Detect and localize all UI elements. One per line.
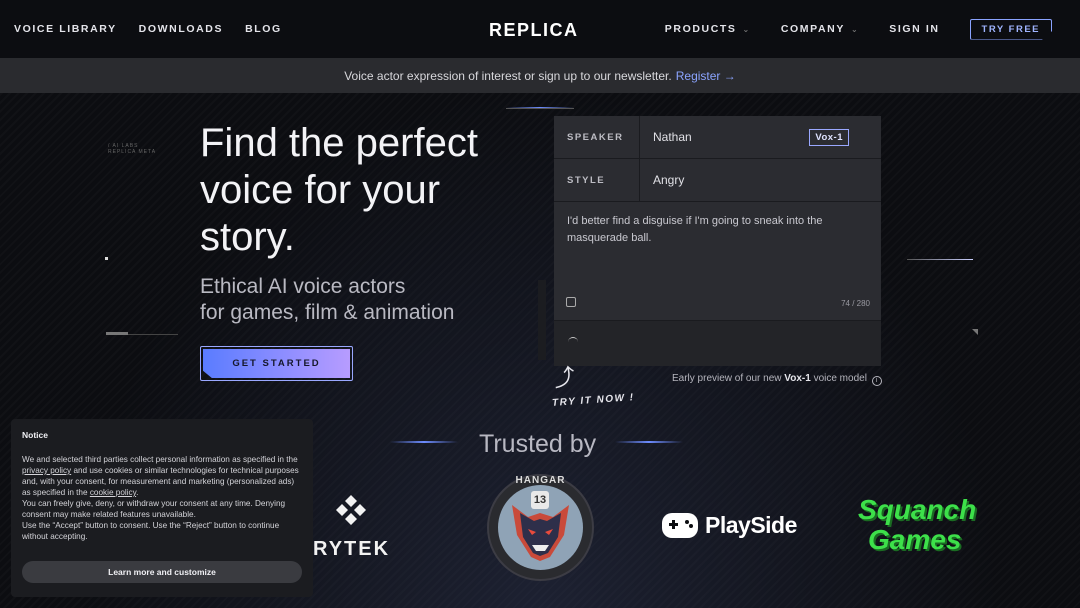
style-row[interactable]: STYLE Angry [554,159,881,202]
cookie-policy-link[interactable]: cookie policy [90,488,136,497]
cookie-title: Notice [22,430,48,440]
hero-subtitle: Ethical AI voice actors for games, film … [200,274,540,326]
deco-corner [972,329,978,335]
crytek-mark-icon [336,495,366,525]
squanch-games-logo: Squanch Games [858,495,980,555]
nav-voice-library[interactable]: VOICE LIBRARY [14,23,117,35]
hangar13-logo: HANGAR 13 [487,474,594,581]
learn-more-customize-button[interactable]: Learn more and customize [22,561,302,583]
trusted-by-heading: Trusted by [479,430,597,458]
early-preview-note: Early preview of our new Vox-1 voice mod… [672,373,882,386]
cookie-p2: You can freely give, deny, or withdraw y… [22,499,286,519]
register-link[interactable]: Register → [676,69,736,83]
top-nav: VOICE LIBRARY DOWNLOADS BLOG REPLICA PRO… [0,0,1080,58]
deco-blue-line [390,441,458,443]
deco-line [506,108,574,109]
get-started-button[interactable]: GET STARTED [200,346,353,381]
playside-text: PlaySide [705,512,797,538]
deco-line-right [907,259,973,260]
replica-logo[interactable]: REPLICA [489,20,579,41]
nav-company-label: COMPANY [780,23,845,35]
gamepad-icon [662,513,698,538]
cookie-p1a: We and selected third parties collect pe… [22,455,298,464]
dice-icon[interactable] [566,297,576,307]
style-label: STYLE [554,159,640,201]
deco-label-bottom: REPLICA META [108,149,157,155]
early-preview-suffix: voice model [813,373,867,384]
nav-blog[interactable]: BLOG [245,23,282,35]
banner-text: Voice actor expression of interest or si… [344,68,672,83]
crytek-text: RYTEK [313,538,391,560]
squanch-line1: Squanch [858,494,977,525]
deco-dot [105,257,108,260]
char-count: 74 / 280 [841,299,870,308]
nav-products[interactable]: PRODUCTS ⌄ [665,23,751,35]
hangar-emblem: 13 [498,485,583,570]
info-icon[interactable]: i [871,376,882,386]
nav-products-label: PRODUCTS [664,23,737,35]
cookie-p3: Use the “Accept” button to consent. Use … [22,521,280,541]
demo-side-tab [538,280,546,360]
chevron-down-icon: ⌄ [850,25,860,34]
get-started-label: GET STARTED [203,349,350,378]
cookie-notice: Notice We and selected third parties col… [11,419,313,597]
nav-downloads[interactable]: DOWNLOADS [139,23,223,35]
cookie-body: We and selected third parties collect pe… [22,455,299,541]
nav-left: VOICE LIBRARY DOWNLOADS BLOG [14,0,282,58]
chevron-down-icon: ⌄ [742,25,751,34]
deco-bar [106,332,128,335]
voice-demo-panel: SPEAKER Nathan Vox-1 STYLE Angry I'd bet… [554,116,881,366]
playside-logo: PlaySide [661,512,797,539]
nav-sign-in[interactable]: SIGN IN [889,23,939,35]
try-free-button[interactable]: TRY FREE [969,18,1052,40]
hero-title: Find the perfect voice for your story. [200,121,478,259]
speaker-row[interactable]: SPEAKER Nathan Vox-1 [554,116,881,159]
hero-subtitle-line2: for games, film & animation [200,301,455,324]
privacy-policy-link[interactable]: privacy policy [22,466,71,475]
deco-blue-line [615,441,683,443]
hero-subtitle-line1: Ethical AI voice actors [200,275,406,298]
style-value: Angry [653,173,685,187]
newsletter-banner: Voice actor expression of interest or si… [0,58,1080,93]
try-it-now-label: TRY IT NOW ! [551,392,635,409]
speaker-label: SPEAKER [554,116,640,158]
crytek-logo: RYTEK [313,494,413,560]
early-preview-prefix: Early preview of our new [672,373,782,384]
loading-spinner-icon [568,337,578,347]
hangar-number: 13 [531,491,549,509]
nav-right: PRODUCTS ⌄ COMPANY ⌄ SIGN IN TRY FREE [665,0,1052,58]
demo-playback-bar[interactable] [554,320,881,366]
model-badge: Vox-1 [809,129,849,146]
early-preview-model: Vox-1 [784,373,811,384]
demo-text-input[interactable]: I'd better find a disguise if I'm going … [567,213,857,247]
squanch-line2: Games [868,524,962,555]
speaker-value: Nathan [653,130,692,144]
nav-company[interactable]: COMPANY ⌄ [781,23,859,35]
